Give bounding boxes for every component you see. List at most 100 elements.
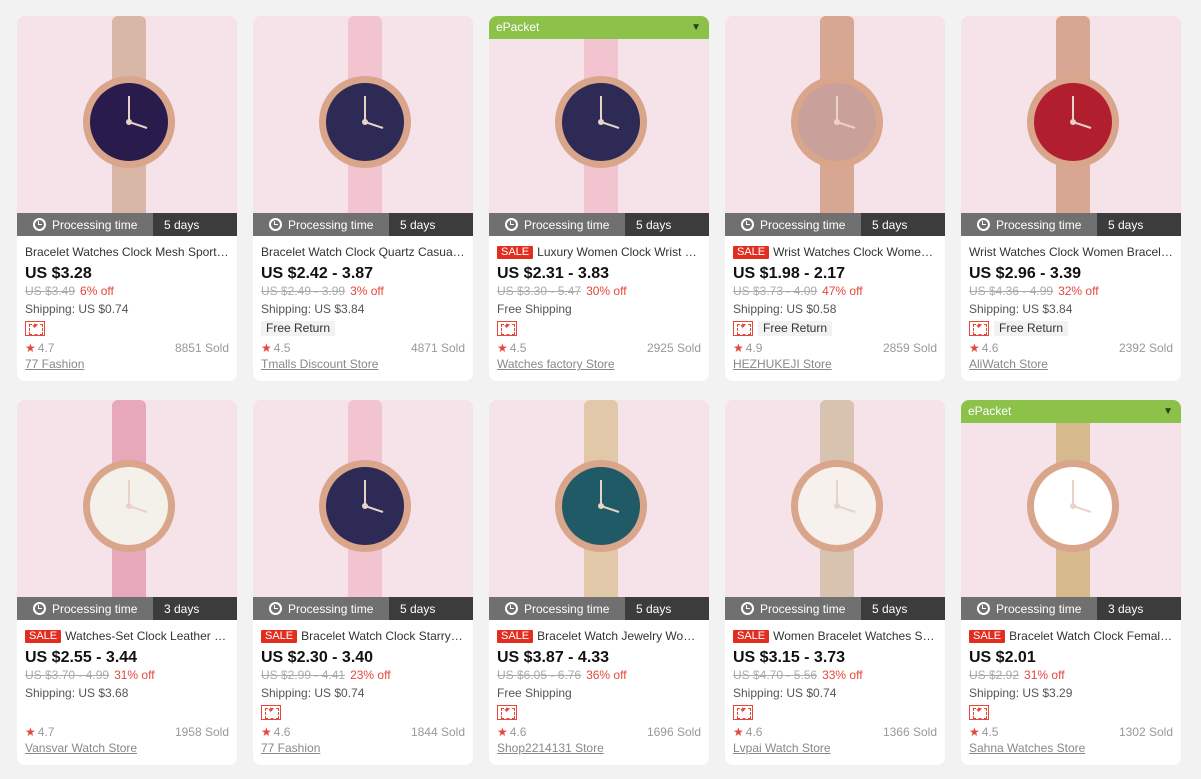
rating-value: 4.6 [273, 725, 291, 739]
product-title-text: Women Bracelet Watches Stainless [773, 629, 937, 643]
sale-badge: SALE [733, 246, 770, 259]
watch-photo [961, 16, 1181, 236]
free-return-badge: Free Return [994, 321, 1069, 336]
product-price: US $2.96 - 3.39 [969, 265, 1082, 282]
product-title[interactable]: SALEWomen Bracelet Watches Stainless [733, 629, 937, 644]
product-image[interactable]: ePacket ▼ Processing time 5 days [489, 16, 709, 236]
badges-row [497, 321, 701, 336]
badges-row [497, 705, 701, 720]
product-image[interactable]: Processing time 5 days [961, 16, 1181, 236]
product-card[interactable]: Processing time 5 days Wrist Watches Clo… [961, 16, 1181, 381]
product-title[interactable]: Bracelet Watch Clock Quartz Casual Women [261, 245, 465, 260]
watch-photo [253, 16, 473, 236]
clock-icon [977, 602, 990, 615]
processing-time-bar: Processing time 5 days [253, 597, 473, 620]
epacket-banner[interactable]: ePacket ▼ [489, 16, 709, 39]
rating-row: ★ 4.5 1302 Sold [969, 725, 1173, 740]
product-image[interactable]: ePacket ▼ Processing time 3 days [961, 400, 1181, 620]
product-title[interactable]: SALEWrist Watches Clock Women Rose Gold [733, 245, 937, 260]
processing-time-label: Processing time [52, 217, 138, 232]
product-title[interactable]: Wrist Watches Clock Women Bracelet Set [969, 245, 1173, 260]
store-link[interactable]: Sahna Watches Store [969, 741, 1173, 756]
store-link[interactable]: Watches factory Store [497, 357, 701, 372]
product-title[interactable]: SALEBracelet Watch Clock Starry Sky Set [261, 629, 465, 644]
sale-badge: SALE [25, 630, 62, 643]
clock-icon [269, 218, 282, 231]
store-link[interactable]: AliWatch Store [969, 357, 1173, 372]
product-image[interactable]: Processing time 5 days [253, 400, 473, 620]
rating-row: ★ 4.7 8851 Sold [25, 341, 229, 356]
rating-row: ★ 4.7 1958 Sold [25, 725, 229, 740]
product-title[interactable]: SALEWatches-Set Clock Leather Strap Wome… [25, 629, 229, 644]
product-card[interactable]: Processing time 5 days Bracelet Watches … [17, 16, 237, 381]
product-title[interactable]: Bracelet Watches Clock Mesh Sporty Magne… [25, 245, 229, 260]
product-image[interactable]: Processing time 5 days [253, 16, 473, 236]
product-image[interactable]: Processing time 5 days [489, 400, 709, 620]
discount-percent: 3% off [350, 284, 384, 298]
shipping-cost: Shipping: US $3.84 [261, 302, 365, 316]
clock-icon [505, 602, 518, 615]
processing-days: 3 days [1108, 601, 1144, 616]
product-card[interactable]: Processing time 5 days SALE Wrist Watches… [725, 16, 945, 381]
store-link[interactable]: Shop2214131 Store [497, 741, 701, 756]
original-price: US $3.70 - 4.99 [25, 668, 110, 682]
product-card[interactable]: Processing time 3 days SALE Watches-Set C… [17, 400, 237, 765]
star-icon: ★ [969, 341, 980, 355]
coupon-icon [497, 705, 517, 720]
rating-value: 4.5 [509, 341, 527, 355]
rating-value: 4.5 [273, 341, 291, 355]
product-title[interactable]: SALEBracelet Watch Jewelry Women Malachi… [497, 629, 701, 644]
store-link[interactable]: Tmalls Discount Store [261, 357, 465, 372]
product-image[interactable]: Processing time 5 days [17, 16, 237, 236]
product-image[interactable]: Processing time 3 days [17, 400, 237, 620]
discount-percent: 36% off [586, 668, 627, 682]
shipping-cost: Shipping: US $0.74 [733, 686, 837, 700]
store-link[interactable]: Lvpai Watch Store [733, 741, 937, 756]
chevron-down-icon[interactable]: ▼ [1163, 400, 1173, 423]
processing-days: 5 days [400, 601, 436, 616]
product-title[interactable]: SALELuxury Women Clock Wrist Watch Set [497, 245, 701, 260]
product-card[interactable]: Processing time 5 days SALE Bracelet Watc… [489, 400, 709, 765]
processing-time-label: Processing time [52, 601, 138, 616]
original-price: US $4.36 - 4.99 [969, 284, 1054, 298]
original-price-row: US $2.49 - 3.99 3% off [261, 284, 465, 299]
processing-time-bar: Processing time 5 days [489, 597, 709, 620]
product-price: US $2.30 - 3.40 [261, 649, 374, 666]
product-price: US $3.28 [25, 265, 92, 282]
chevron-down-icon[interactable]: ▼ [691, 16, 701, 39]
store-link[interactable]: HEZHUKEJI Store [733, 357, 937, 372]
product-image[interactable]: Processing time 5 days [725, 400, 945, 620]
rating-value: 4.5 [981, 725, 999, 739]
product-card[interactable]: ePacket ▼ Processing time 5 days SALE Lux… [489, 16, 709, 381]
free-return-badge: Free Return [758, 321, 833, 336]
store-link[interactable]: Vansvar Watch Store [25, 741, 229, 756]
epacket-banner[interactable]: ePacket ▼ [961, 400, 1181, 423]
badges-row [25, 321, 229, 336]
product-card[interactable]: Processing time 5 days Bracelet Watch Cl… [253, 16, 473, 381]
epacket-label: ePacket [968, 404, 1012, 418]
processing-time-label: Processing time [288, 601, 374, 616]
processing-time-label: Processing time [760, 217, 846, 232]
processing-time-bar: Processing time 5 days [253, 213, 473, 236]
badges-row [733, 705, 937, 720]
rating-row: ★ 4.9 2859 Sold [733, 341, 937, 356]
shipping-cost: Shipping: US $3.29 [969, 686, 1073, 700]
original-price-row: US $2.99 - 4.41 23% off [261, 668, 465, 683]
product-card[interactable]: Processing time 5 days SALE Women Bracele… [725, 400, 945, 765]
star-icon: ★ [969, 725, 980, 739]
rating-value: 4.6 [509, 725, 527, 739]
store-link[interactable]: 77 Fashion [25, 357, 229, 372]
product-title[interactable]: SALEBracelet Watch Clock Female Wrap [969, 629, 1173, 644]
product-card[interactable]: ePacket ▼ Processing time 3 days SALE Bra… [961, 400, 1181, 765]
shipping-cost: Shipping: US $3.68 [25, 686, 129, 700]
watch-photo [725, 16, 945, 236]
clock-icon [269, 602, 282, 615]
store-link[interactable]: 77 Fashion [261, 741, 465, 756]
product-card[interactable]: Processing time 5 days SALE Bracelet Watc… [253, 400, 473, 765]
coupon-icon [497, 321, 517, 336]
coupon-icon [733, 321, 753, 336]
watch-photo [253, 400, 473, 620]
discount-percent: 47% off [822, 284, 863, 298]
product-title-text: Bracelet Watch Clock Female Wrap [1009, 629, 1173, 643]
product-image[interactable]: Processing time 5 days [725, 16, 945, 236]
